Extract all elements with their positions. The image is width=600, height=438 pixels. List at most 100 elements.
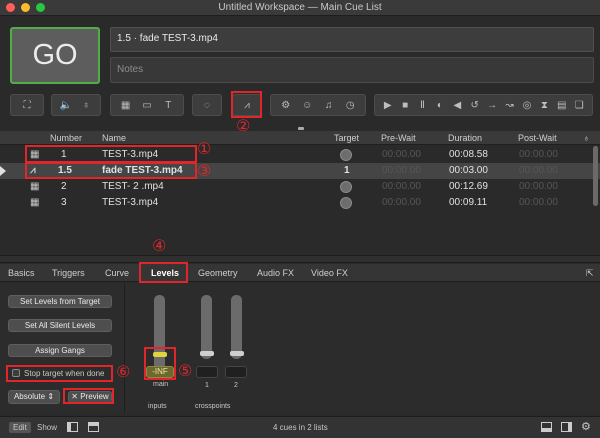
cue-number: 3 xyxy=(61,197,67,208)
pause-icon[interactable]: Ⅱ xyxy=(416,100,430,111)
crosspoint-2-label: 2 xyxy=(234,382,238,389)
show-mode-button[interactable]: Show xyxy=(37,423,57,432)
cue-count: 4 cues in 2 lists xyxy=(273,423,328,432)
cue-postwait: 00:00.00 xyxy=(519,165,558,176)
reset-icon[interactable]: ◀ xyxy=(450,100,464,111)
crosspoint-1-slider[interactable] xyxy=(201,295,212,359)
music-icon[interactable]: ♫ xyxy=(322,100,336,111)
status-bar: Edit Show 4 cues in 2 lists ⚙ xyxy=(0,416,600,438)
annotation-1: ① xyxy=(197,139,212,158)
cue-list-scrollbar[interactable] xyxy=(593,146,598,206)
popout-icon[interactable]: ⇱ xyxy=(586,268,594,279)
fullscreen-icon[interactable]: ⛶ xyxy=(20,100,34,111)
inspector-tabs: Basics Triggers Curve Levels Geometry Au… xyxy=(0,264,600,282)
tab-geometry[interactable]: Geometry xyxy=(198,268,238,278)
camera-icon[interactable]: ▭ xyxy=(140,100,154,111)
sidebar-left-icon[interactable] xyxy=(67,422,78,432)
crosspoint-1-label: 1 xyxy=(205,382,209,389)
cue-number: 2 xyxy=(61,181,67,192)
tab-basics[interactable]: Basics xyxy=(8,268,35,278)
text-icon[interactable]: T xyxy=(161,100,175,111)
toolbar-group-video: ▦ ▭ T xyxy=(110,94,184,116)
goto-icon[interactable]: → xyxy=(485,100,499,111)
cue-prewait: 00:00.00 xyxy=(382,197,421,208)
target-icon xyxy=(340,149,352,161)
sidebar-right-icon[interactable] xyxy=(561,422,572,432)
memo-icon[interactable]: ▤ xyxy=(555,100,569,111)
tab-curve[interactable]: Curve xyxy=(105,268,129,278)
crosspoint-1-value[interactable] xyxy=(196,366,218,378)
toolbar-group-audio: 🔈 ♁ xyxy=(51,94,101,116)
qlab-window: Untitled Workspace — Main Cue List GO 1.… xyxy=(0,0,600,438)
inputs-label: inputs xyxy=(148,403,167,410)
cue-list-header: Number Name Target Pre-Wait Duration Pos… xyxy=(0,131,600,145)
crosspoints-label: crosspoints xyxy=(195,403,231,410)
row-1-5-highlight xyxy=(25,162,197,179)
timecode-icon[interactable]: ◷ xyxy=(343,100,357,111)
column-prewait[interactable]: Pre-Wait xyxy=(381,133,416,143)
annotation-4: ④ xyxy=(152,236,167,255)
annotation-6: ⑥ xyxy=(116,362,131,381)
video-icon[interactable]: ▦ xyxy=(119,100,133,111)
table-row[interactable]: ▦ 3 TEST-3.mp4 00:00.00 00:09.11 00:00.0… xyxy=(0,195,600,211)
arm-icon[interactable]: ◎ xyxy=(520,100,534,111)
load-icon[interactable]: ◐ xyxy=(433,100,447,111)
levels-tab-highlight xyxy=(139,262,188,283)
tab-video-fx[interactable]: Video FX xyxy=(311,268,348,278)
stop-target-highlight xyxy=(6,365,113,382)
target-icon xyxy=(340,181,352,193)
edit-mode-button[interactable]: Edit xyxy=(9,422,31,433)
column-flags-icon[interactable]: ♁ xyxy=(583,133,590,143)
main-level-highlight xyxy=(144,347,176,380)
light-icon[interactable]: ◌ xyxy=(200,100,214,111)
cue-name: TEST-3.mp4 xyxy=(102,197,159,208)
column-duration[interactable]: Duration xyxy=(448,133,482,143)
cue-duration: 00:03.00 xyxy=(449,165,488,176)
column-postwait[interactable]: Post-Wait xyxy=(518,133,557,143)
script-icon[interactable]: ❏ xyxy=(572,100,586,111)
panel-resize-handle-top[interactable] xyxy=(298,127,304,130)
crosspoint-1-knob[interactable] xyxy=(200,351,214,356)
toolbar-group-light: ◌ xyxy=(192,94,222,116)
cue-prewait: 00:00.00 xyxy=(382,149,421,160)
cue-name-field[interactable]: 1.5 · fade TEST-3.mp4 xyxy=(110,27,594,52)
column-number[interactable]: Number xyxy=(50,133,82,143)
bottom-panel-icon[interactable] xyxy=(541,422,552,432)
crosspoint-2-value[interactable] xyxy=(225,366,247,378)
network-icon[interactable]: ⚙ xyxy=(279,100,293,111)
set-levels-from-target-button[interactable]: Set Levels from Target xyxy=(8,295,112,308)
cue-duration: 00:09.11 xyxy=(449,197,488,208)
stop-icon[interactable]: ■ xyxy=(398,100,412,111)
split-view-divider[interactable] xyxy=(0,255,600,263)
target-icon xyxy=(340,197,352,209)
fade-button-highlight xyxy=(231,91,262,118)
crosspoint-2-knob[interactable] xyxy=(230,351,244,356)
tab-triggers[interactable]: Triggers xyxy=(52,268,85,278)
mode-select[interactable]: Absolute ⇕ xyxy=(8,390,60,404)
cue-postwait: 00:00.00 xyxy=(519,149,558,160)
settings-gear-icon[interactable]: ⚙ xyxy=(581,420,591,433)
cue-duration: 00:12.69 xyxy=(449,181,488,192)
notes-field[interactable]: Notes xyxy=(110,57,594,83)
set-all-silent-levels-button[interactable]: Set All Silent Levels xyxy=(8,319,112,332)
cue-postwait: 00:00.00 xyxy=(519,181,558,192)
wait-icon[interactable]: ⧗ xyxy=(537,100,551,111)
midi-icon[interactable]: ☺ xyxy=(300,100,314,111)
preview-highlight xyxy=(63,388,114,404)
assign-gangs-button[interactable]: Assign Gangs xyxy=(8,344,112,357)
start-icon[interactable]: ▶ xyxy=(381,100,395,111)
audio-icon[interactable]: 🔈 xyxy=(59,100,73,111)
cue-prewait: 00:00.00 xyxy=(382,181,421,192)
column-name[interactable]: Name xyxy=(102,133,126,143)
go-button[interactable]: GO xyxy=(10,27,100,84)
tab-audio-fx[interactable]: Audio FX xyxy=(257,268,294,278)
crosspoint-2-slider[interactable] xyxy=(231,295,242,359)
column-target[interactable]: Target xyxy=(334,133,359,143)
target-icon[interactable]: ↝ xyxy=(503,100,517,111)
mic-icon[interactable]: ♁ xyxy=(79,100,93,111)
devamp-icon[interactable]: ↺ xyxy=(468,100,482,111)
annotation-3: ③ xyxy=(197,161,212,180)
inspector-toggle-icon[interactable] xyxy=(88,422,99,432)
cue-duration: 00:08.58 xyxy=(449,149,488,160)
table-row[interactable]: ▦ 2 TEST- 2 .mp4 00:00.00 00:12.69 00:00… xyxy=(0,179,600,195)
